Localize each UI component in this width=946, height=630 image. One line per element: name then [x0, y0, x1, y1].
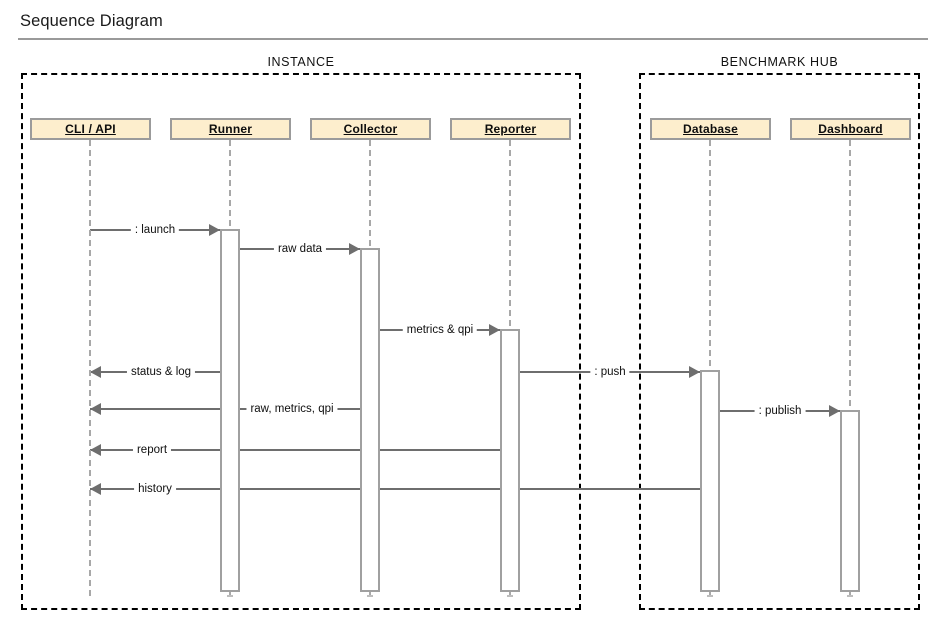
message-arrowhead-m-launch [209, 224, 220, 236]
group-label-instance: INSTANCE [267, 55, 335, 69]
activation-foot-dashboard [847, 595, 853, 597]
sequence-diagram-canvas: Sequence Diagram INSTANCE BENCHMARK HUB C… [0, 0, 946, 630]
lifeline-head-reporter[interactable]: Reporter [450, 118, 571, 140]
message-label-m-raw-metrics: raw, metrics, qpi [246, 403, 338, 415]
lifeline-label-dashboard: Dashboard [818, 122, 883, 136]
lifeline-head-collector[interactable]: Collector [310, 118, 431, 140]
lifeline-label-collector: Collector [343, 122, 398, 136]
activation-bar-dashboard [840, 410, 860, 592]
lifeline-label-runner: Runner [208, 122, 253, 136]
lifeline-label-database: Database [683, 122, 738, 136]
lifeline-label-reporter: Reporter [484, 122, 537, 136]
message-label-m-publish: : publish [754, 405, 806, 417]
message-arrowhead-m-history [90, 483, 101, 495]
message-arrowhead-m-metrics [489, 324, 500, 336]
message-label-m-launch: : launch [130, 224, 180, 236]
message-label-m-raw-data: raw data [273, 243, 327, 255]
message-label-m-metrics: metrics & qpi [402, 324, 478, 336]
activation-foot-database [707, 595, 713, 597]
message-arrowhead-m-report [90, 444, 101, 456]
message-arrowhead-m-raw-metrics [90, 403, 101, 415]
message-arrowhead-m-push [689, 366, 700, 378]
message-label-m-status-log: status & log [126, 366, 196, 378]
message-line-m-history [90, 488, 720, 490]
message-arrowhead-m-status-log [90, 366, 101, 378]
message-label-m-push: : push [590, 366, 630, 378]
lifeline-head-runner[interactable]: Runner [170, 118, 291, 140]
message-arrowhead-m-publish [829, 405, 840, 417]
lifeline-head-cli-api[interactable]: CLI / API [30, 118, 151, 140]
activation-bar-collector [360, 248, 380, 592]
activation-bar-runner [220, 229, 240, 592]
message-arrowhead-m-raw-data [349, 243, 360, 255]
activation-bar-database [700, 370, 720, 592]
lifeline-label-cli-api: CLI / API [65, 122, 116, 136]
activation-foot-runner [227, 595, 233, 597]
lifeline-stem-cli-api [89, 140, 91, 596]
page-title: Sequence Diagram [20, 12, 163, 30]
message-label-m-history: history [134, 483, 176, 495]
activation-foot-reporter [507, 595, 513, 597]
activation-bar-reporter [500, 329, 520, 592]
lifeline-head-dashboard[interactable]: Dashboard [790, 118, 911, 140]
group-frame-benchmark-hub [639, 73, 920, 610]
lifeline-head-database[interactable]: Database [650, 118, 771, 140]
group-label-benchmark-hub: BENCHMARK HUB [720, 55, 839, 69]
title-divider [18, 38, 928, 40]
activation-foot-collector [367, 595, 373, 597]
message-label-m-report: report [132, 444, 172, 456]
group-frame-instance [21, 73, 581, 610]
